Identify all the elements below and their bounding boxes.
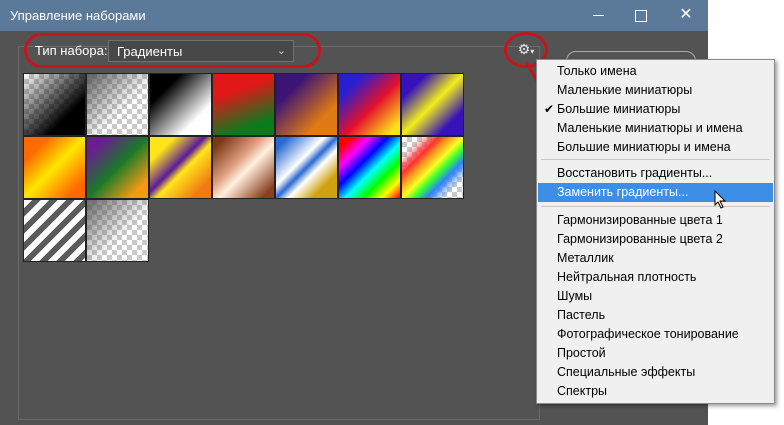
gradient-swatch[interactable] <box>338 73 401 136</box>
menu-item[interactable]: Специальные эффекты <box>538 363 773 382</box>
menu-item[interactable]: Фотографическое тонирование <box>538 325 773 344</box>
window-title: Управление наборами <box>10 8 146 23</box>
gradient-swatch[interactable] <box>23 136 86 199</box>
menu-separator <box>541 159 770 160</box>
menu-item[interactable]: Шумы <box>538 287 773 306</box>
menu-item[interactable]: Гармонизированные цвета 2 <box>538 230 773 249</box>
menu-item[interactable]: Нейтральная плотность <box>538 268 773 287</box>
gradient-swatch[interactable] <box>86 199 149 262</box>
gradient-swatch[interactable] <box>212 136 275 199</box>
gradient-swatch[interactable] <box>23 73 86 136</box>
annotation-circle-type <box>24 33 321 68</box>
gradient-swatch[interactable] <box>401 73 464 136</box>
maximize-icon <box>635 10 647 22</box>
gradient-swatch[interactable] <box>275 136 338 199</box>
gradient-swatch[interactable] <box>149 136 212 199</box>
mouse-cursor-icon <box>714 190 727 209</box>
menu-item[interactable]: Восстановить градиенты... <box>538 164 773 183</box>
close-icon: ✕ <box>679 6 693 23</box>
menu-item-replace-gradients[interactable]: Заменить градиенты... <box>538 183 773 202</box>
gradient-swatch[interactable] <box>149 73 212 136</box>
gradient-swatch[interactable] <box>338 136 401 199</box>
menu-item[interactable]: Гармонизированные цвета 1 <box>538 211 773 230</box>
gradient-swatch[interactable] <box>275 73 338 136</box>
menu-item[interactable]: Спектры <box>538 382 773 401</box>
gradient-swatch[interactable] <box>23 199 86 262</box>
close-button[interactable]: ✕ <box>672 4 700 26</box>
minimize-icon <box>593 15 604 16</box>
checkmark-icon: ✔ <box>544 102 555 116</box>
gradient-swatch[interactable] <box>212 73 275 136</box>
maximize-button[interactable] <box>626 4 654 26</box>
menu-separator <box>541 206 770 207</box>
gradient-swatch[interactable] <box>86 73 149 136</box>
title-bar: Управление наборами ✕ <box>0 0 708 31</box>
gradient-swatch[interactable] <box>401 136 464 199</box>
menu-item[interactable]: Пастель <box>538 306 773 325</box>
menu-item[interactable]: Маленькие миниатюры <box>538 81 773 100</box>
menu-item[interactable]: ✔ Большие миниатюры <box>538 100 773 119</box>
menu-item[interactable]: Маленькие миниатюры и имена <box>538 119 773 138</box>
menu-item[interactable]: Металлик <box>538 249 773 268</box>
gradient-swatch[interactable] <box>86 136 149 199</box>
menu-item[interactable]: Только имена <box>538 62 773 81</box>
menu-item[interactable]: Большие миниатюры и имена <box>538 138 773 157</box>
gear-dropdown-menu: Только имена Маленькие миниатюры ✔ Больши… <box>536 59 775 404</box>
menu-item[interactable]: Простой <box>538 344 773 363</box>
minimize-button[interactable] <box>584 4 612 26</box>
